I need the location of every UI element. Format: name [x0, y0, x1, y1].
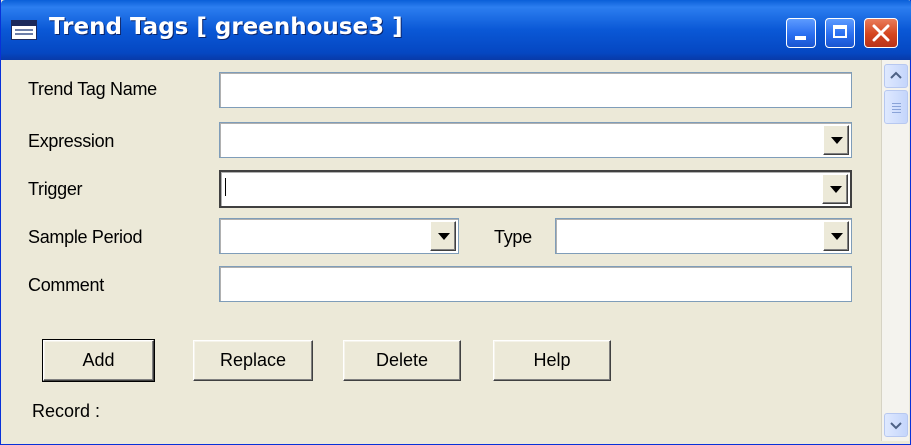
- replace-button-label: Replace: [219, 350, 287, 370]
- replace-button[interactable]: Replace: [193, 340, 313, 381]
- comment-label: Comment: [28, 275, 104, 295]
- app-icon[interactable]: [11, 20, 37, 40]
- trend-tags-window: Trend Tags [ greenhouse3 ] Trend Tag Nam…: [0, 0, 911, 445]
- delete-button[interactable]: Delete: [343, 340, 461, 381]
- scroll-up-button[interactable]: [884, 64, 908, 88]
- scroll-thumb[interactable]: [884, 90, 908, 124]
- record-label: Record :: [32, 401, 101, 421]
- type-combobox[interactable]: [555, 218, 852, 254]
- minimize-button[interactable]: [786, 18, 816, 48]
- delete-button-label: Delete: [375, 350, 429, 370]
- sample-period-dropdown-button[interactable]: [430, 221, 456, 251]
- close-icon: [872, 24, 890, 42]
- chevron-up-icon: [890, 71, 902, 79]
- scroll-down-button[interactable]: [884, 413, 908, 437]
- trigger-dropdown-button[interactable]: [822, 174, 848, 204]
- vertical-scrollbar[interactable]: [881, 60, 909, 441]
- trigger-combobox[interactable]: [219, 170, 852, 208]
- add-button-label: Add: [82, 350, 115, 370]
- trend-tag-name-label: Trend Tag Name: [28, 79, 157, 99]
- type-dropdown-button[interactable]: [823, 221, 849, 251]
- chevron-down-icon: [890, 422, 902, 430]
- help-button[interactable]: Help: [493, 340, 611, 381]
- maximize-icon: [833, 25, 847, 38]
- expression-dropdown-button[interactable]: [823, 125, 849, 155]
- title-bar[interactable]: Trend Tags [ greenhouse3 ]: [1, 0, 911, 60]
- minimize-icon: [795, 36, 806, 40]
- text-caret: [225, 178, 226, 196]
- help-button-label: Help: [533, 350, 571, 370]
- maximize-button[interactable]: [825, 18, 855, 48]
- type-label: Type: [494, 227, 532, 247]
- sample-period-label: Sample Period: [28, 227, 143, 247]
- comment-input[interactable]: [219, 266, 852, 302]
- window-title: Trend Tags [ greenhouse3 ]: [49, 14, 403, 40]
- trend-tag-name-input[interactable]: [219, 72, 852, 108]
- expression-combobox[interactable]: [219, 122, 852, 158]
- expression-label: Expression: [28, 131, 115, 151]
- close-button[interactable]: [864, 18, 898, 48]
- sample-period-combobox[interactable]: [219, 218, 459, 254]
- add-button[interactable]: Add: [42, 339, 155, 382]
- form-area: Trend Tag Name Expression Trigger Sample…: [5, 60, 881, 441]
- trigger-label: Trigger: [28, 179, 83, 199]
